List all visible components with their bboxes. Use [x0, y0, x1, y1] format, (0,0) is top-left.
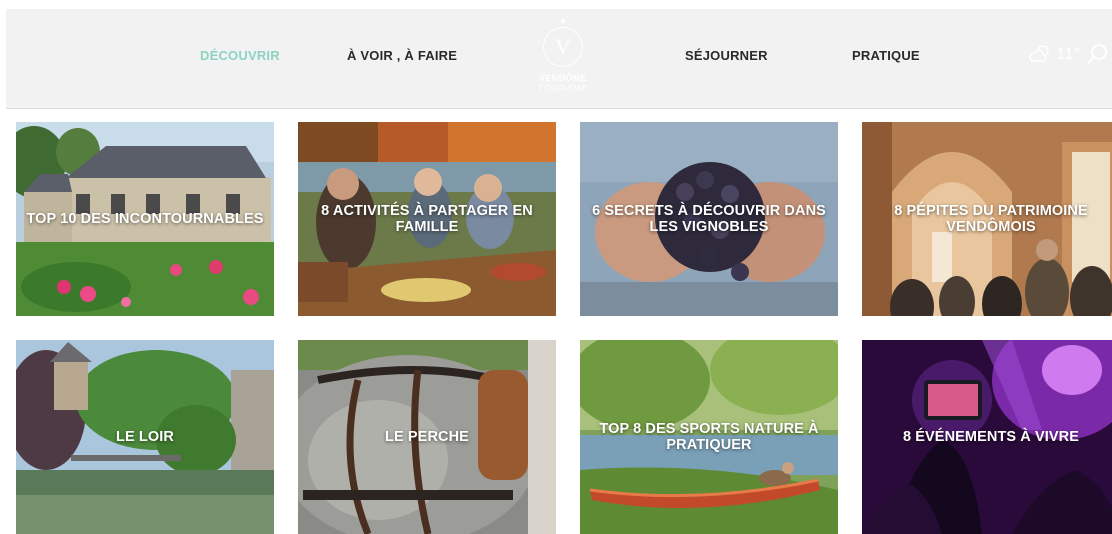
weather-temperature: 11° [1056, 44, 1081, 63]
tile-title: 8 PÉPITES DU PATRIMOINE VENDÔMOIS [894, 203, 1088, 235]
tile-title: LE LOIR [116, 429, 174, 445]
logo-emblem: V [543, 27, 583, 67]
site-header: DÉCOUVRIR À VOIR , À FAIRE V VENDÔME TOU… [6, 9, 1112, 109]
logo-name: VENDÔME [539, 73, 587, 83]
tile-title: 8 ACTIVITÉS À PARTAGER EN FAMILLE [321, 203, 533, 235]
tile-le-loir[interactable]: LE LOIR [16, 340, 274, 534]
nav-pratique[interactable]: PRATIQUE [852, 48, 920, 63]
tile-le-perche[interactable]: LE PERCHE [298, 340, 556, 534]
site-logo[interactable]: V VENDÔME TOURISME [534, 13, 592, 101]
tile-patrimoine[interactable]: 8 PÉPITES DU PATRIMOINE VENDÔMOIS [862, 122, 1112, 316]
tile-incontournables[interactable]: TOP 10 DES INCONTOURNABLES [16, 122, 274, 316]
search-icon[interactable] [1087, 43, 1109, 65]
tile-sports-nature[interactable]: TOP 8 DES SPORTS NATURE À PRATIQUER [580, 340, 838, 534]
tile-title: LE PERCHE [385, 429, 469, 445]
nav-voir-faire[interactable]: À VOIR , À FAIRE [347, 48, 457, 63]
partly-cloudy-icon [1029, 45, 1049, 62]
tile-evenements[interactable]: 8 ÉVÉNEMENTS À VIVRE [862, 340, 1112, 534]
nav-decouvrir[interactable]: DÉCOUVRIR [200, 48, 280, 63]
tile-secrets-vignobles[interactable]: 6 SECRETS À DÉCOUVRIR DANS LES VIGNOBLES [580, 122, 838, 316]
nav-sejourner[interactable]: SÉJOURNER [685, 48, 768, 63]
logo-subtitle: TOURISME [537, 84, 589, 93]
tile-title: 8 ÉVÉNEMENTS À VIVRE [902, 429, 1080, 445]
tile-title: TOP 10 DES INCONTOURNABLES [26, 211, 264, 227]
tile-title: 6 SECRETS À DÉCOUVRIR DANS LES VIGNOBLES [592, 203, 826, 235]
tile-title: TOP 8 DES SPORTS NATURE À PRATIQUER [599, 421, 819, 453]
tile-activites-famille[interactable]: 8 ACTIVITÉS À PARTAGER EN FAMILLE [298, 122, 556, 316]
logo-dot [561, 19, 565, 23]
